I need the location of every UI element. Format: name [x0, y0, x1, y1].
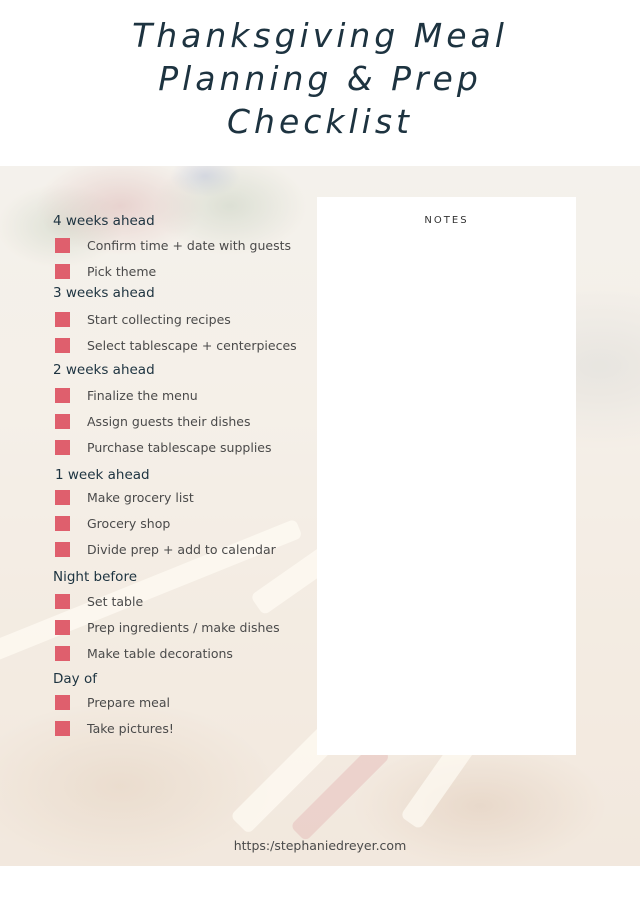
checklist-item[interactable]: Confirm time + date with guests: [55, 236, 291, 254]
checklist-item-label: Set table: [87, 593, 144, 609]
section-heading: 2 weeks ahead: [53, 362, 155, 378]
checklist-item[interactable]: Prep ingredients / make dishes: [55, 618, 280, 636]
checklist-item-label: Start collecting recipes: [87, 311, 231, 327]
title-line-2: Planning & Prep: [158, 59, 482, 98]
section-heading: Day of: [53, 671, 97, 687]
checklist-item[interactable]: Purchase tablescape supplies: [55, 438, 272, 456]
checklist-item-label: Assign guests their dishes: [87, 413, 251, 429]
checklist-item[interactable]: Finalize the menu: [55, 386, 198, 404]
section-heading: 1 week ahead: [55, 467, 150, 483]
checklist-item-label: Make table decorations: [87, 645, 233, 661]
checkbox[interactable]: [55, 439, 70, 455]
checklist-item[interactable]: Make table decorations: [55, 644, 233, 662]
checklist-item-label: Select tablescape + centerpieces: [87, 337, 297, 353]
checkbox[interactable]: [55, 541, 70, 557]
checkbox[interactable]: [55, 645, 70, 661]
checklist-item[interactable]: Prepare meal: [55, 693, 170, 711]
checkbox[interactable]: [55, 311, 70, 327]
checklist-item-label: Confirm time + date with guests: [87, 237, 292, 253]
checkbox[interactable]: [55, 593, 70, 609]
checklist-item[interactable]: Make grocery list: [55, 488, 194, 506]
checklist-item[interactable]: Start collecting recipes: [55, 310, 231, 328]
section-heading: Night before: [53, 569, 138, 585]
checklist-item-label: Make grocery list: [87, 489, 194, 505]
title-line-3: Checklist: [227, 102, 413, 141]
checklist-item[interactable]: Take pictures!: [55, 719, 174, 737]
checklist-item-label: Finalize the menu: [87, 387, 198, 403]
checklist-item[interactable]: Set table: [55, 592, 143, 610]
checklist-item-label: Divide prep + add to calendar: [87, 541, 276, 557]
checklist-item[interactable]: Divide prep + add to calendar: [55, 540, 276, 558]
checkbox[interactable]: [55, 387, 70, 403]
checkbox[interactable]: [55, 619, 70, 635]
checklist-item-label: Take pictures!: [87, 720, 174, 736]
notes-box[interactable]: NOTES: [317, 197, 576, 755]
checkbox[interactable]: [55, 337, 70, 353]
section-heading: 4 weeks ahead: [53, 213, 155, 229]
checklist-item-label: Prepare meal: [87, 694, 170, 710]
checklist-item[interactable]: Pick theme: [55, 262, 156, 280]
checkbox[interactable]: [55, 237, 70, 253]
checklist-item[interactable]: Grocery shop: [55, 514, 170, 532]
page-title: Thanksgiving Meal Planning & Prep Checkl…: [0, 14, 640, 143]
checklist-item-label: Pick theme: [87, 263, 157, 279]
notes-title: NOTES: [424, 215, 469, 226]
section-heading: 3 weeks ahead: [53, 285, 155, 301]
checkbox[interactable]: [55, 489, 70, 505]
checkbox[interactable]: [55, 263, 70, 279]
title-line-1: Thanksgiving Meal: [132, 16, 508, 55]
checklist-item[interactable]: Select tablescape + centerpieces: [55, 336, 297, 354]
checkbox[interactable]: [55, 413, 70, 429]
checkbox[interactable]: [55, 694, 70, 710]
checklist-item[interactable]: Assign guests their dishes: [55, 412, 250, 430]
checkbox[interactable]: [55, 720, 70, 736]
checkbox[interactable]: [55, 515, 70, 531]
checklist-item-label: Prep ingredients / make dishes: [87, 619, 280, 635]
checklist-item-label: Purchase tablescape supplies: [87, 439, 272, 455]
checklist-item-label: Grocery shop: [87, 515, 171, 531]
footer-url[interactable]: https:/stephaniedreyer.com: [0, 838, 640, 853]
